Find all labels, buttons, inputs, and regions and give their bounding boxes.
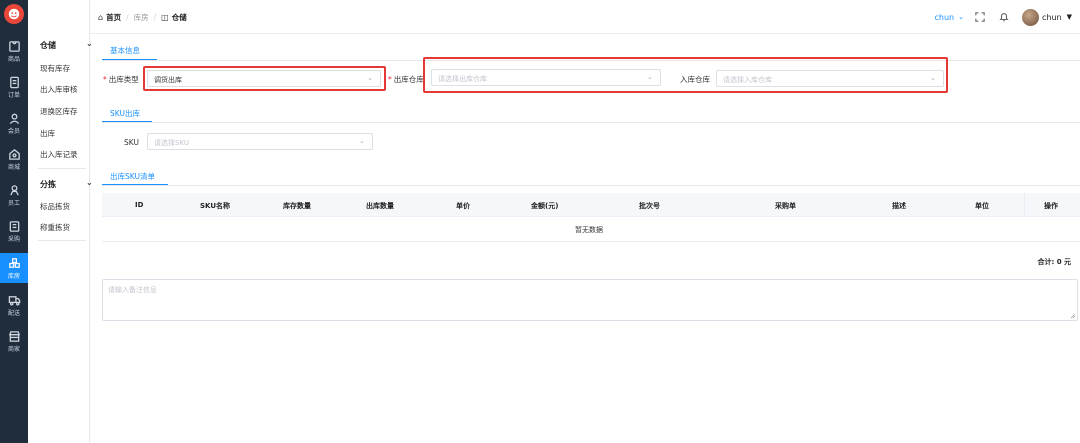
order-icon: [9, 76, 19, 88]
mall-icon: [8, 148, 20, 160]
sku-placeholder: 请选择SKU: [154, 139, 189, 147]
chevron-down-icon[interactable]: ⌄: [958, 13, 964, 21]
nav-staff-label: 员工: [7, 199, 20, 207]
sku-label: SKU: [124, 138, 139, 147]
chevron-down-icon: ⌄: [86, 39, 93, 48]
menu-divider: [38, 240, 86, 241]
staff-icon: [9, 184, 19, 195]
home-icon: ⌂: [98, 13, 104, 22]
nav-merchant-label: 商家: [7, 345, 20, 353]
menu-item-io-review[interactable]: 出入库审核: [40, 84, 78, 95]
menu-item-standard-picking[interactable]: 标品拣货: [40, 201, 70, 212]
user-name[interactable]: chun: [1042, 13, 1062, 22]
breadcrumb-home[interactable]: 首页: [106, 12, 121, 23]
menu-group-storage[interactable]: 仓储 ⌄: [40, 39, 93, 51]
breadcrumb: ⌂ 首页 / 库房 / ◫ 仓储: [98, 12, 187, 23]
nav-purchase-label: 采购: [7, 235, 20, 243]
sku-select[interactable]: 请选择SKU ⌄: [147, 133, 373, 150]
nav-merchant[interactable]: 商家: [0, 326, 28, 356]
main-nav-rail: 商品 订单 会员 商城 员工 采购 库房 配送 商家: [0, 0, 28, 443]
nav-mall-label: 商城: [7, 163, 20, 171]
goods-icon: [8, 40, 20, 52]
col-description: 描述: [892, 202, 906, 210]
out-type-label: * 出库类型: [103, 75, 139, 84]
chevron-down-icon: ⌄: [86, 178, 93, 187]
breadcrumb-current: 仓储: [171, 13, 187, 22]
nav-goods[interactable]: 商品: [0, 36, 28, 66]
col-amount: 金额(元): [531, 202, 559, 210]
menu-item-weight-picking[interactable]: 称重拣货: [40, 222, 70, 233]
remark-placeholder: 请输入备注信息: [108, 286, 157, 294]
nav-goods-label: 商品: [7, 55, 20, 63]
tab-divider: [102, 122, 1080, 123]
nav-member[interactable]: 会员: [0, 108, 28, 138]
tab-basic-info[interactable]: 基本信息: [110, 45, 140, 56]
col-unit: 单位: [975, 202, 989, 210]
col-unit-price: 单价: [456, 202, 470, 210]
col-id: ID: [135, 201, 144, 209]
fullscreen-icon[interactable]: [974, 11, 986, 23]
top-header: ⌂ 首页 / 库房 / ◫ 仓储 chun ⌄ chun ▼: [90, 0, 1080, 34]
menu-item-outbound[interactable]: 出库: [40, 128, 55, 139]
caret-down-icon[interactable]: ▼: [1067, 13, 1072, 21]
empty-state: 暂无数据: [575, 226, 603, 234]
resize-handle-icon[interactable]: [1070, 313, 1076, 319]
menu-group-sorting-label: 分拣: [40, 180, 56, 189]
chevron-down-icon: ⌄: [359, 137, 365, 145]
nav-delivery-label: 配送: [7, 309, 20, 317]
nav-member-label: 会员: [7, 127, 20, 135]
table-bottom-border: [102, 241, 1080, 242]
col-purchase-order: 采购单: [775, 202, 796, 210]
col-stock-qty: 库存数量: [283, 202, 311, 210]
nav-mall[interactable]: 商城: [0, 144, 28, 174]
delivery-icon: [8, 295, 20, 306]
nav-order-label: 订单: [7, 91, 20, 99]
menu-item-current-stock[interactable]: 现有库存: [40, 63, 70, 74]
merchant-icon: [8, 330, 20, 342]
nav-purchase[interactable]: 采购: [0, 216, 28, 246]
warehouse-icon: [8, 257, 20, 268]
nav-delivery[interactable]: 配送: [0, 290, 28, 320]
avatar[interactable]: [1022, 8, 1039, 26]
nav-staff[interactable]: 员工: [0, 180, 28, 210]
storage-icon: ◫: [161, 13, 169, 22]
total-amount: 合计: 0 元: [1037, 258, 1071, 266]
remark-textarea[interactable]: 请输入备注信息: [102, 279, 1078, 321]
nav-warehouse[interactable]: 库房: [0, 253, 28, 283]
col-sku-name: SKU名称: [200, 202, 231, 210]
menu-item-io-records[interactable]: 出入库记录: [40, 149, 78, 160]
tab-divider: [102, 185, 1080, 186]
header-actions: chun ⌄ chun ▼: [935, 8, 1072, 26]
user-switch-link[interactable]: chun: [935, 13, 955, 22]
col-out-qty: 出库数量: [366, 202, 394, 210]
highlight-box-out-type: [143, 66, 386, 91]
out-warehouse-label: * 出库仓库: [388, 75, 424, 84]
nav-order[interactable]: 订单: [0, 72, 28, 102]
member-icon: [9, 113, 19, 124]
breadcrumb-warehouse[interactable]: 库房: [134, 12, 149, 23]
app-logo[interactable]: [4, 4, 24, 24]
menu-group-sorting[interactable]: 分拣 ⌄: [40, 178, 93, 190]
bell-icon[interactable]: [998, 11, 1010, 23]
menu-divider: [38, 168, 86, 169]
tab-sku-out[interactable]: SKU出库: [110, 108, 140, 119]
tab-sku-list[interactable]: 出库SKU清单: [110, 171, 155, 182]
highlight-box-warehouses: [423, 57, 948, 93]
menu-item-return-stock[interactable]: 退换区库存: [40, 106, 78, 117]
sku-table-header: ID SKU名称 库存数量 出库数量 单价 金额(元) 批次号 采购单 描述 单…: [102, 193, 1080, 217]
col-batch-no: 批次号: [639, 202, 660, 210]
nav-warehouse-label: 库房: [7, 272, 20, 280]
purchase-icon: [9, 220, 19, 232]
col-actions: 操作: [1044, 202, 1058, 210]
menu-group-storage-label: 仓储: [40, 41, 56, 50]
secondary-menu: 仓储 ⌄ 现有库存 出入库审核 退换区库存 出库 出入库记录 分拣 ⌄ 标品拣货…: [28, 0, 93, 443]
